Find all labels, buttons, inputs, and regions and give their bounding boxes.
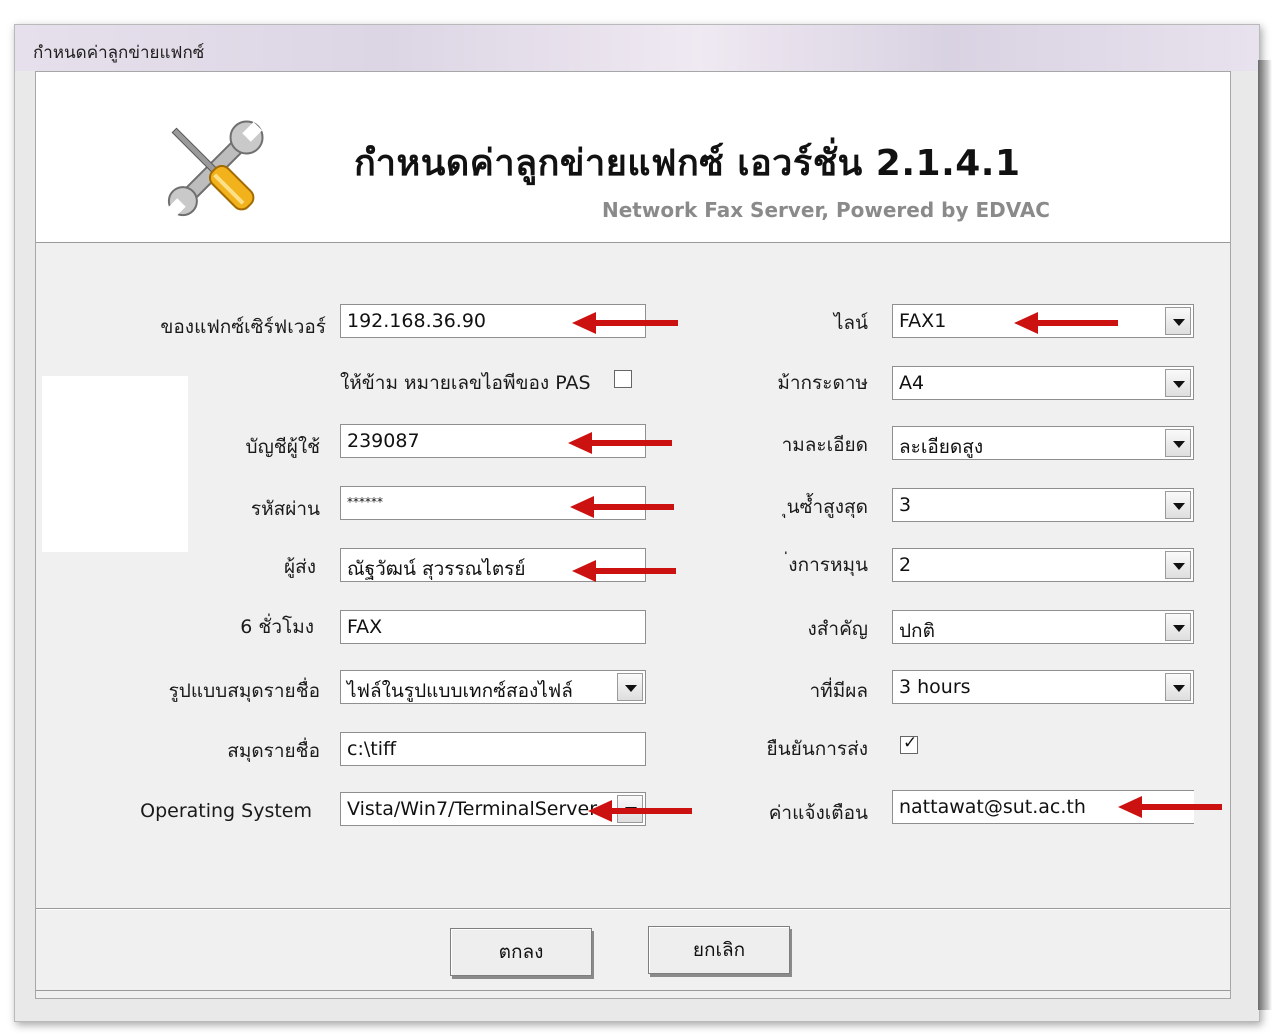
addressbook-format-value: ไฟล์ในรูปแบบเทกซ์สองไฟล์ [347,680,573,702]
annotation-arrow-icon [572,560,676,582]
addressbook-input[interactable]: c:\tiff [340,732,646,766]
annotation-arrow-icon [1014,312,1118,334]
priority-label: งสำคัญ [807,618,868,640]
checkmark-icon: ✓ [903,733,918,753]
resolution-value: ละเอียดสูง [899,436,984,458]
os-value: Vista/Win7/TerminalServer [347,798,598,820]
addressbook-format-select[interactable]: ไฟล์ในรูปแบบเทกซ์สองไฟล์ [340,670,646,704]
window-title: กำหนดค่าลูกข่ายแฟกซ์ [33,43,205,63]
rotate-select[interactable]: 2 [892,548,1194,582]
tools-icon [165,120,264,219]
paper-select[interactable]: A4 [892,366,1194,400]
annotation-arrow-icon [568,432,672,454]
effective-value: 3 hours [899,676,971,698]
priority-select[interactable]: ปกติ [892,610,1194,644]
resolution-label: ามละเอียด [781,434,868,456]
fax-client-settings-window: กำหนดค่าลูกข่ายแฟกซ์ กำหนดค่าลูกข่ายแฟกซ… [14,24,1260,1022]
resolution-select[interactable]: ละเอียดสูง [892,426,1194,460]
notify-label: ค่าแจ้งเตือน [768,802,868,824]
confirm-send-label: ยืนยันการส่ง [766,738,869,760]
dialog-subheading: Network Fax Server, Powered by EDVAC [602,198,1050,222]
paper-value: A4 [899,372,925,394]
addressbook-label: สมุดรายชื่อ [227,740,320,762]
cancel-button[interactable]: ยกเลิก [648,926,790,974]
account-label: บัญชีผู้ใช้ [245,436,320,458]
annotation-arrow-icon [570,496,674,518]
title-bar[interactable]: กำหนดค่าลูกข่ายแฟกซ์ [15,25,1259,71]
addressbook-format-label: รูปแบบสมุดรายชื่อ [168,680,320,702]
chevron-down-icon[interactable] [1165,613,1191,641]
chevron-down-icon[interactable] [1165,429,1191,457]
annotation-arrow-icon [588,800,692,822]
chevron-down-icon[interactable] [1165,551,1191,579]
chevron-down-icon[interactable] [1165,491,1191,519]
chevron-down-icon[interactable] [1165,307,1191,335]
line-value: FAX1 [899,310,947,332]
effective-select[interactable]: 3 hours [892,670,1194,704]
chevron-down-icon[interactable] [617,673,643,701]
blank-panel [42,376,188,552]
priority-value: ปกติ [899,620,935,642]
hours-label: 6 ชั่วโมง [240,616,314,638]
server-label: ของแฟกซ์เซิร์ฟเวอร์ [160,316,326,338]
effective-label: าที่มีผล [809,680,869,702]
ok-button[interactable]: ตกลง [450,928,592,976]
sender-label: ผู้ส่ง [283,556,316,578]
confirm-send-checkbox[interactable]: ✓ [900,733,918,754]
skip-pas-label: ให้ข้าม หมายเลขไอพีของ PAS [340,372,591,394]
retry-select[interactable]: 3 [892,488,1194,522]
password-label: รหัสผ่าน [250,498,320,520]
window-shadow [1258,60,1272,1010]
skip-pas-checkbox[interactable] [614,370,632,388]
retry-value: 3 [899,494,912,516]
chevron-down-icon[interactable] [1165,673,1191,701]
annotation-arrow-icon [1118,796,1222,818]
annotation-arrow-icon [572,312,678,334]
footer-separator [36,990,1230,991]
paper-label: ม้ากระดาษ [777,372,868,394]
retry-label: ุนซ้ำสูงสุด [786,496,868,518]
rotate-value: 2 [899,554,912,576]
dialog-heading: กำหนดค่าลูกข่ายแฟกซ์ เอวร์ชั่น 2.1.4.1 [354,143,1021,184]
line-label: ไลน์ [833,312,868,334]
hours-input[interactable]: FAX [340,610,646,644]
dialog-header: กำหนดค่าลูกข่ายแฟกซ์ เอวร์ชั่น 2.1.4.1 N… [36,72,1230,243]
chevron-down-icon[interactable] [1165,369,1191,397]
dialog-client-area: กำหนดค่าลูกข่ายแฟกซ์ เอวร์ชั่น 2.1.4.1 N… [35,71,1231,999]
rotate-label: ่งการหมุน [788,554,868,576]
os-label: Operating System [140,800,312,822]
separator-highlight [36,909,1230,910]
